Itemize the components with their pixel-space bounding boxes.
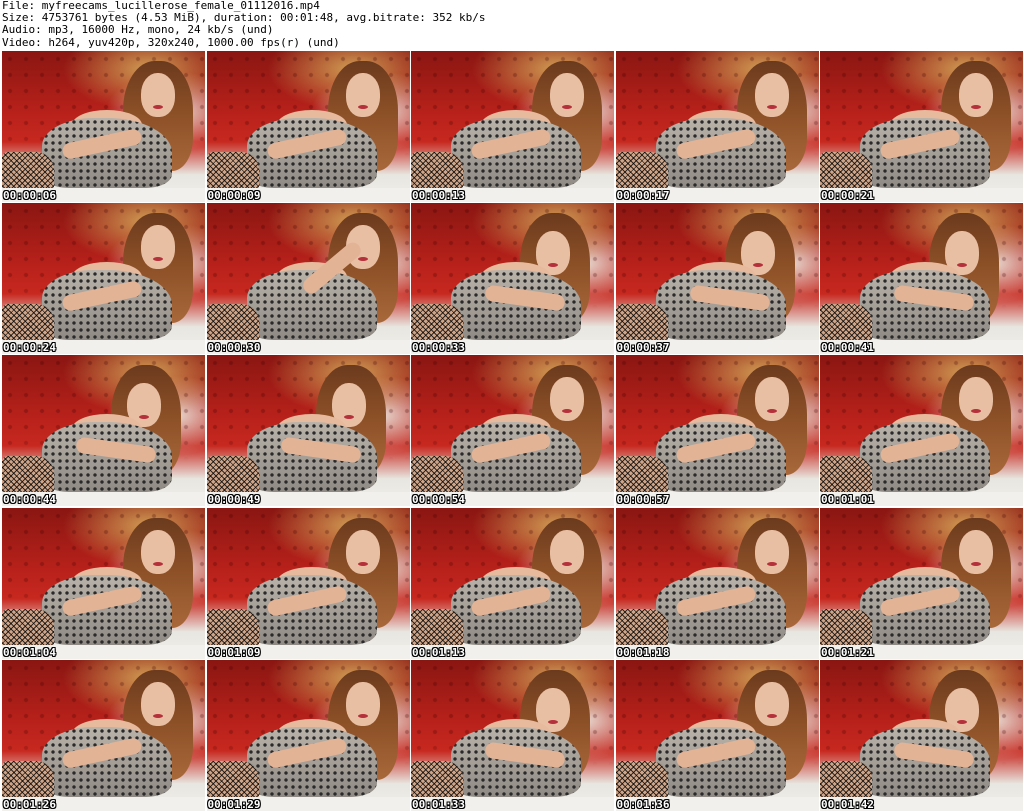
video-thumbnail: 00:00:37 [615, 203, 819, 355]
thumbnail-image [615, 51, 819, 202]
video-thumbnail: 00:01:21 [820, 507, 1023, 659]
video-thumbnail: 00:00:54 [411, 355, 614, 507]
thumbnail-timestamp: 00:00:13 [412, 189, 465, 202]
thumbnail-image [411, 203, 614, 355]
thumbnail-timestamp: 00:00:37 [616, 341, 670, 355]
thumbnail-image [820, 51, 1023, 202]
audio-info-line: Audio: mp3, 16000 Hz, mono, 24 kb/s (und… [2, 23, 274, 37]
video-thumbnail: 00:00:17 [615, 51, 819, 202]
thumbnail-image [820, 355, 1023, 507]
thumbnail-timestamp: 00:01:09 [207, 645, 261, 659]
thumbnail-image [2, 508, 205, 659]
video-thumbnail: 00:00:09 [206, 51, 410, 202]
thumbnail-image [2, 660, 205, 811]
thumbnail-image [615, 355, 819, 507]
video-thumbnail: 00:00:49 [206, 355, 410, 507]
thumbnail-image [2, 203, 205, 355]
thumbnail-image [820, 203, 1023, 355]
thumbnail-image [2, 355, 205, 507]
video-thumbnail: 00:00:33 [411, 203, 614, 355]
video-thumbnail: 00:01:26 [2, 659, 205, 811]
thumbnail-image [206, 660, 410, 811]
thumbnail-image [615, 203, 819, 355]
video-thumbnail: 00:01:09 [206, 507, 410, 659]
thumbnail-image [206, 203, 410, 355]
thumbnail-timestamp: 00:00:24 [3, 341, 56, 355]
video-thumbnail: 00:00:06 [2, 51, 205, 202]
thumbnail-image [820, 660, 1023, 811]
thumbnail-timestamp: 00:00:09 [207, 189, 261, 202]
thumbnail-image [615, 660, 819, 811]
thumbnail-timestamp: 00:00:44 [3, 493, 56, 507]
video-info-line: Video: h264, yuv420p, 320x240, 1000.00 f… [2, 35, 340, 49]
file-info-header: File: myfreecams_lucillerose_female_0111… [2, 0, 1022, 50]
video-thumbnail: 00:00:44 [2, 355, 205, 507]
video-thumbnail: 00:00:13 [411, 51, 614, 202]
thumbnail-timestamp: 00:01:21 [821, 645, 874, 659]
thumbnail-timestamp: 00:00:30 [207, 341, 261, 355]
video-thumbnail: 00:01:36 [615, 659, 819, 811]
video-thumbnail: 00:00:24 [2, 203, 205, 355]
thumbnail-image [2, 51, 205, 202]
thumbnail-image [411, 508, 614, 659]
thumbnail-timestamp: 00:01:26 [3, 797, 56, 811]
video-thumbnail: 00:00:41 [820, 203, 1023, 355]
thumbnail-grid: 00:00:06 00:00:09 00:00:13 00:00:17 00:0… [2, 51, 1023, 811]
thumbnail-image [411, 51, 614, 202]
video-thumbnail: 00:00:30 [206, 203, 410, 355]
thumbnail-timestamp: 00:00:57 [616, 493, 670, 507]
video-thumbnail: 00:01:29 [206, 659, 410, 811]
video-thumbnail: 00:00:21 [820, 51, 1023, 202]
thumbnail-timestamp: 00:01:42 [821, 797, 874, 811]
thumbnail-timestamp: 00:01:36 [616, 797, 670, 811]
video-thumbnail: 00:01:13 [411, 507, 614, 659]
video-thumbnail: 00:01:42 [820, 659, 1023, 811]
thumbnail-timestamp: 00:00:33 [412, 341, 465, 355]
thumbnail-timestamp: 00:01:01 [821, 493, 874, 507]
thumbnail-image [615, 508, 819, 659]
thumbnail-image [206, 508, 410, 659]
thumbnail-timestamp: 00:01:33 [412, 797, 465, 811]
thumbnail-timestamp: 00:00:49 [207, 493, 261, 507]
thumbnail-image [411, 660, 614, 811]
thumbnail-timestamp: 00:00:21 [821, 189, 874, 202]
thumbnail-timestamp: 00:01:04 [3, 645, 56, 659]
thumbnail-image [206, 355, 410, 507]
thumbnail-image [820, 508, 1023, 659]
video-thumbnail: 00:01:04 [2, 507, 205, 659]
thumbnail-timestamp: 00:00:06 [3, 189, 56, 202]
thumbnail-image [206, 51, 410, 202]
video-thumbnail: 00:01:01 [820, 355, 1023, 507]
thumbnail-image [411, 355, 614, 507]
thumbnail-timestamp: 00:01:18 [616, 645, 670, 659]
video-thumbnail: 00:00:57 [615, 355, 819, 507]
video-thumbnail: 00:01:33 [411, 659, 614, 811]
thumbnail-timestamp: 00:00:17 [616, 189, 670, 202]
thumbnail-timestamp: 00:01:29 [207, 797, 261, 811]
thumbnail-timestamp: 00:00:54 [412, 493, 465, 507]
video-thumbnail: 00:01:18 [615, 507, 819, 659]
thumbnail-timestamp: 00:01:13 [412, 645, 465, 659]
thumbnail-timestamp: 00:00:41 [821, 341, 874, 355]
